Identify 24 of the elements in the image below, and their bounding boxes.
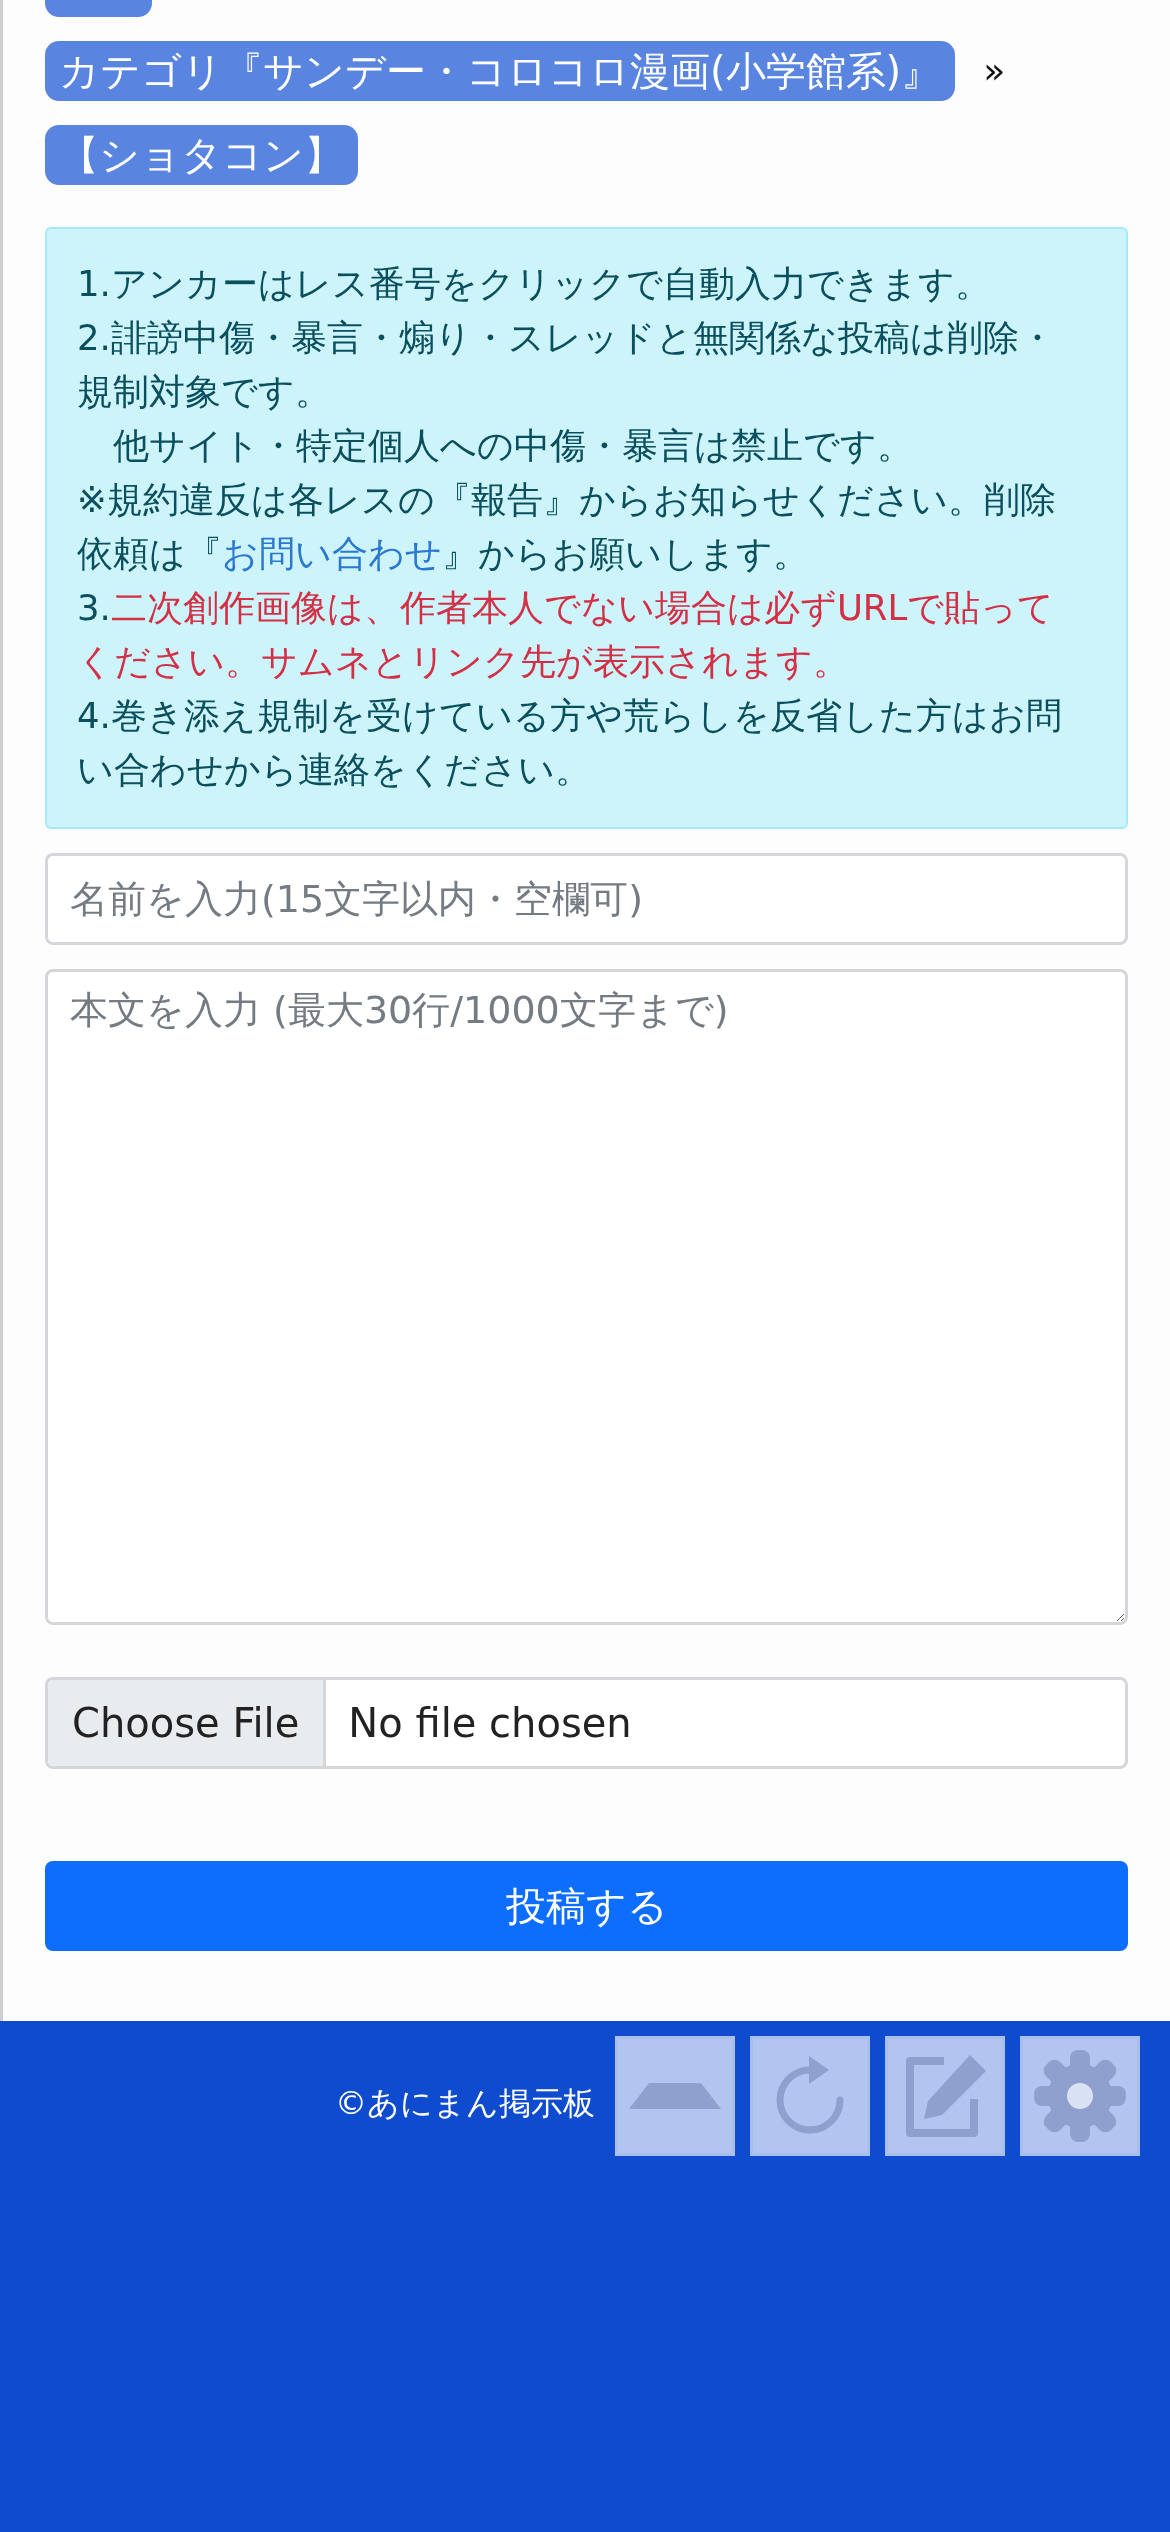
submit-button[interactable]: 投稿する [45, 1861, 1128, 1951]
reload-button[interactable] [750, 2036, 870, 2156]
scroll-top-button[interactable] [615, 2036, 735, 2156]
notice-line: 1.アンカーはレス番号をクリックで自動入力できます。 [77, 262, 992, 306]
file-input[interactable]: Choose File No file chosen [45, 1677, 1128, 1769]
choose-file-button[interactable]: Choose File [48, 1680, 327, 1766]
notice-line: 4.巻き添え規制を受けている方や荒らしを反省した方はお問い合わせから連絡をください。 [77, 694, 1063, 792]
edit-button[interactable] [885, 2036, 1005, 2156]
settings-icon [1032, 2048, 1128, 2144]
file-status: No file chosen [347, 1699, 632, 1748]
breadcrumb-separator: » [983, 49, 1006, 93]
breadcrumb-tag[interactable] [45, 0, 152, 17]
notice-line: ※規約違反は各レスの『報告』からお知らせください。削除依頼は『お問い合わせ』からお願いします。 [77, 478, 1057, 576]
message-field[interactable]: 本文を入力 (最大30行/1000文字まで) [45, 969, 1128, 1625]
settings-button[interactable] [1020, 2036, 1140, 2156]
contact-link[interactable]: お問い合わせ [222, 533, 442, 574]
breadcrumb-link[interactable]: 【ショタコン】 [45, 125, 358, 185]
notice-line: 他サイト・特定個人への中傷・暴言は禁止です。 [112, 424, 914, 468]
breadcrumb-link[interactable]: カテゴリ『サンデー・コロコロ漫画(小学館系)』 [45, 41, 956, 101]
name-field[interactable]: 名前を入力(15文字以内・空欄可) [45, 853, 1128, 945]
notice-line: 2.誹謗中傷・暴言・煽り・スレッドと無関係な投稿は削除・規制対象です。 [77, 316, 1056, 414]
copyright-text: ©あにまん掲示板 [334, 2083, 596, 2124]
notice-line: 3.二次創作画像は、作者本人でない場合は必ずURLで貼ってください。サムネとリンク先が表示されます。 [77, 586, 1056, 684]
triangle-icon [629, 2083, 721, 2109]
